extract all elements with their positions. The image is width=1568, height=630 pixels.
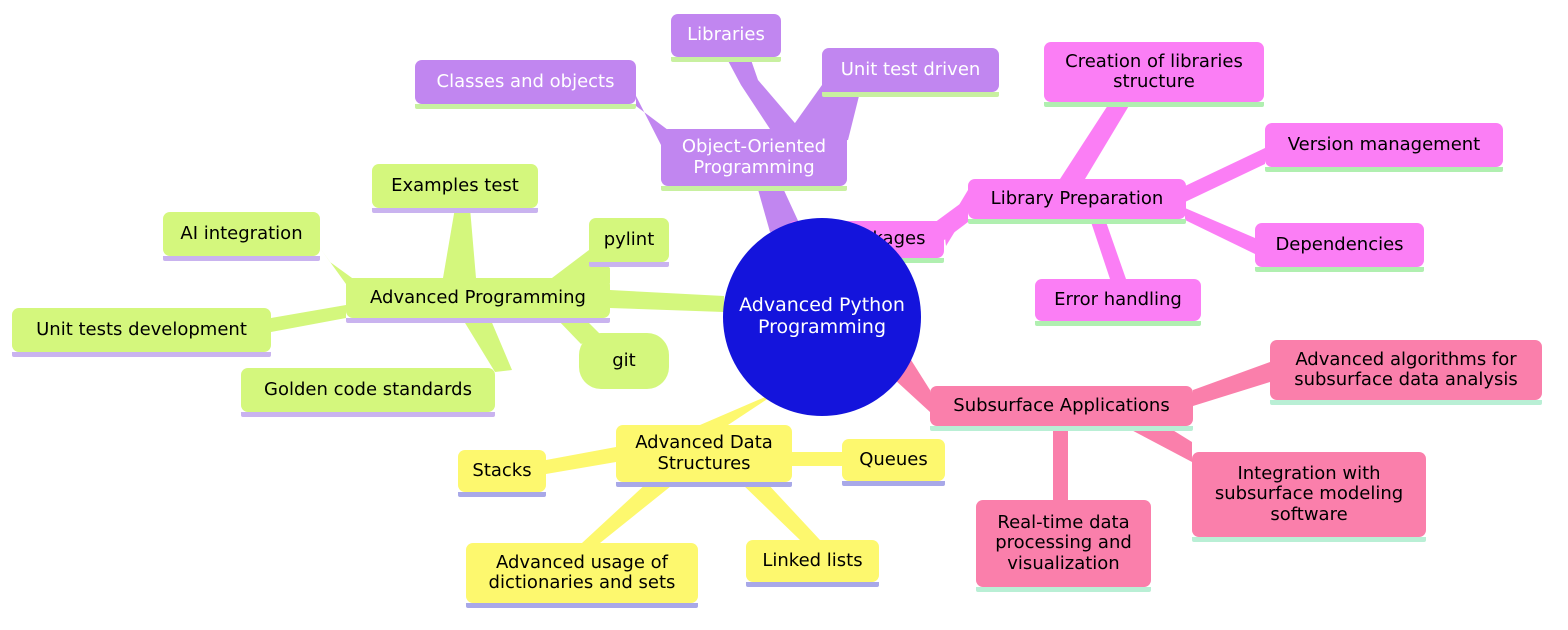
edge-subsurface <box>1193 362 1270 406</box>
node-datastruct-child-1[interactable]: Queues <box>842 439 945 486</box>
node-label: Object-Oriented Programming <box>681 136 827 178</box>
node-oop-child-0[interactable]: Libraries <box>671 14 781 62</box>
node-oop-child-1[interactable]: Classes and objects <box>415 60 636 109</box>
node-shadow <box>1035 321 1201 326</box>
node-shadow <box>163 256 320 261</box>
node-shadow <box>616 482 792 487</box>
node-shadow <box>415 104 636 109</box>
edge-libprep <box>1060 102 1130 179</box>
node-label: Queues <box>859 448 928 470</box>
node-advprog-child-5[interactable]: git <box>579 333 669 389</box>
node-oop-child-2[interactable]: Unit test driven <box>822 48 999 97</box>
node-label: Subsurface Applications <box>953 394 1170 416</box>
node-label: Dependencies <box>1275 233 1404 255</box>
node-label: AI integration <box>180 222 303 244</box>
node-branch-datastruct[interactable]: Advanced Data Structures <box>616 425 792 487</box>
node-shadow <box>1044 102 1264 107</box>
node-label: Golden code standards <box>264 378 472 400</box>
node-datastruct-child-0[interactable]: Stacks <box>458 450 546 497</box>
edge-advprog <box>610 290 724 312</box>
node-advprog-child-3[interactable]: Unit tests development <box>12 308 271 357</box>
node-shadow <box>346 318 610 323</box>
node-label: Advanced usage of dictionaries and sets <box>488 551 676 593</box>
node-shadow <box>661 186 847 191</box>
node-shadow <box>1192 537 1426 542</box>
node-label: Classes and objects <box>436 70 615 92</box>
node-label: pylint <box>603 228 655 250</box>
edge-datastruct <box>546 447 616 474</box>
node-branch-libprep[interactable]: Library Preparation <box>968 179 1186 224</box>
node-branch-subsurface[interactable]: Subsurface Applications <box>930 386 1193 431</box>
node-advprog-child-2[interactable]: pylint <box>589 218 669 267</box>
node-label: Advanced Programming <box>370 286 586 308</box>
edge-datastruct <box>792 452 842 466</box>
node-branch-oop[interactable]: Object-Oriented Programming <box>661 129 847 191</box>
node-shadow <box>671 57 781 62</box>
node-advprog-child-0[interactable]: Examples test <box>372 164 538 213</box>
edge-advprog <box>271 305 346 332</box>
edge-datastruct <box>582 482 676 543</box>
node-shadow <box>1255 267 1424 272</box>
node-datastruct-child-3[interactable]: Linked lists <box>746 540 879 587</box>
root-node-label: Advanced Python Programming <box>739 294 905 338</box>
node-shadow <box>466 603 698 608</box>
node-shadow <box>589 262 669 267</box>
node-shadow <box>976 587 1151 592</box>
node-label: Integration with subsurface modeling sof… <box>1214 463 1404 525</box>
node-label: Advanced Data Structures <box>635 432 773 474</box>
node-shadow <box>842 481 945 486</box>
node-label: Stacks <box>472 459 532 481</box>
node-label: Unit tests development <box>36 318 247 340</box>
node-label: Error handling <box>1054 288 1182 310</box>
node-libprep-child-4[interactable]: Error handling <box>1035 279 1201 326</box>
node-subsurface-child-2[interactable]: Real-time data processing and visualizat… <box>976 500 1151 592</box>
node-shadow <box>930 426 1193 431</box>
node-label: Library Preparation <box>990 187 1164 209</box>
node-label: Linked lists <box>762 549 863 571</box>
node-shadow <box>12 352 271 357</box>
node-shadow <box>822 92 999 97</box>
edge-advprog <box>443 208 476 278</box>
node-label: git <box>612 349 636 371</box>
node-label: Libraries <box>687 24 765 46</box>
node-advprog-child-4[interactable]: Golden code standards <box>241 368 495 417</box>
root-node[interactable]: Advanced Python Programming <box>723 218 921 416</box>
edge-advprog <box>462 318 512 372</box>
node-libprep-child-2[interactable]: Version management <box>1265 123 1503 172</box>
edge-libprep <box>1185 208 1255 254</box>
node-libprep-child-1[interactable]: Creation of libraries structure <box>1044 42 1264 107</box>
node-subsurface-child-1[interactable]: Integration with subsurface modeling sof… <box>1192 452 1426 542</box>
node-label: Version management <box>1287 133 1481 155</box>
edge-datastruct <box>740 482 820 540</box>
node-libprep-child-3[interactable]: Dependencies <box>1255 223 1424 272</box>
node-shadow <box>968 219 1186 224</box>
node-shadow <box>746 582 879 587</box>
node-datastruct-child-2[interactable]: Advanced usage of dictionaries and sets <box>466 543 698 608</box>
node-subsurface-child-0[interactable]: Advanced algorithms for subsurface data … <box>1270 340 1542 405</box>
node-shadow <box>1265 167 1503 172</box>
node-shadow <box>458 492 546 497</box>
mindmap-canvas: Libraries Classes and objects Unit test dr… <box>0 0 1568 630</box>
node-label: Creation of libraries structure <box>1065 50 1243 92</box>
edge-libprep <box>1090 219 1126 279</box>
node-label: Examples test <box>391 174 519 196</box>
edge-subsurface <box>1053 426 1068 500</box>
node-label: Unit test driven <box>840 58 981 80</box>
node-shadow <box>241 412 495 417</box>
node-label: Real-time data processing and visualizat… <box>995 512 1132 574</box>
edge-libprep <box>1185 148 1265 202</box>
node-shadow <box>1270 400 1542 405</box>
node-label: Advanced algorithms for subsurface data … <box>1294 348 1518 390</box>
node-branch-advprog[interactable]: Advanced Programming <box>346 278 610 323</box>
edge-oop <box>726 57 800 129</box>
node-shadow <box>372 208 538 213</box>
node-advprog-child-1[interactable]: AI integration <box>163 212 320 261</box>
